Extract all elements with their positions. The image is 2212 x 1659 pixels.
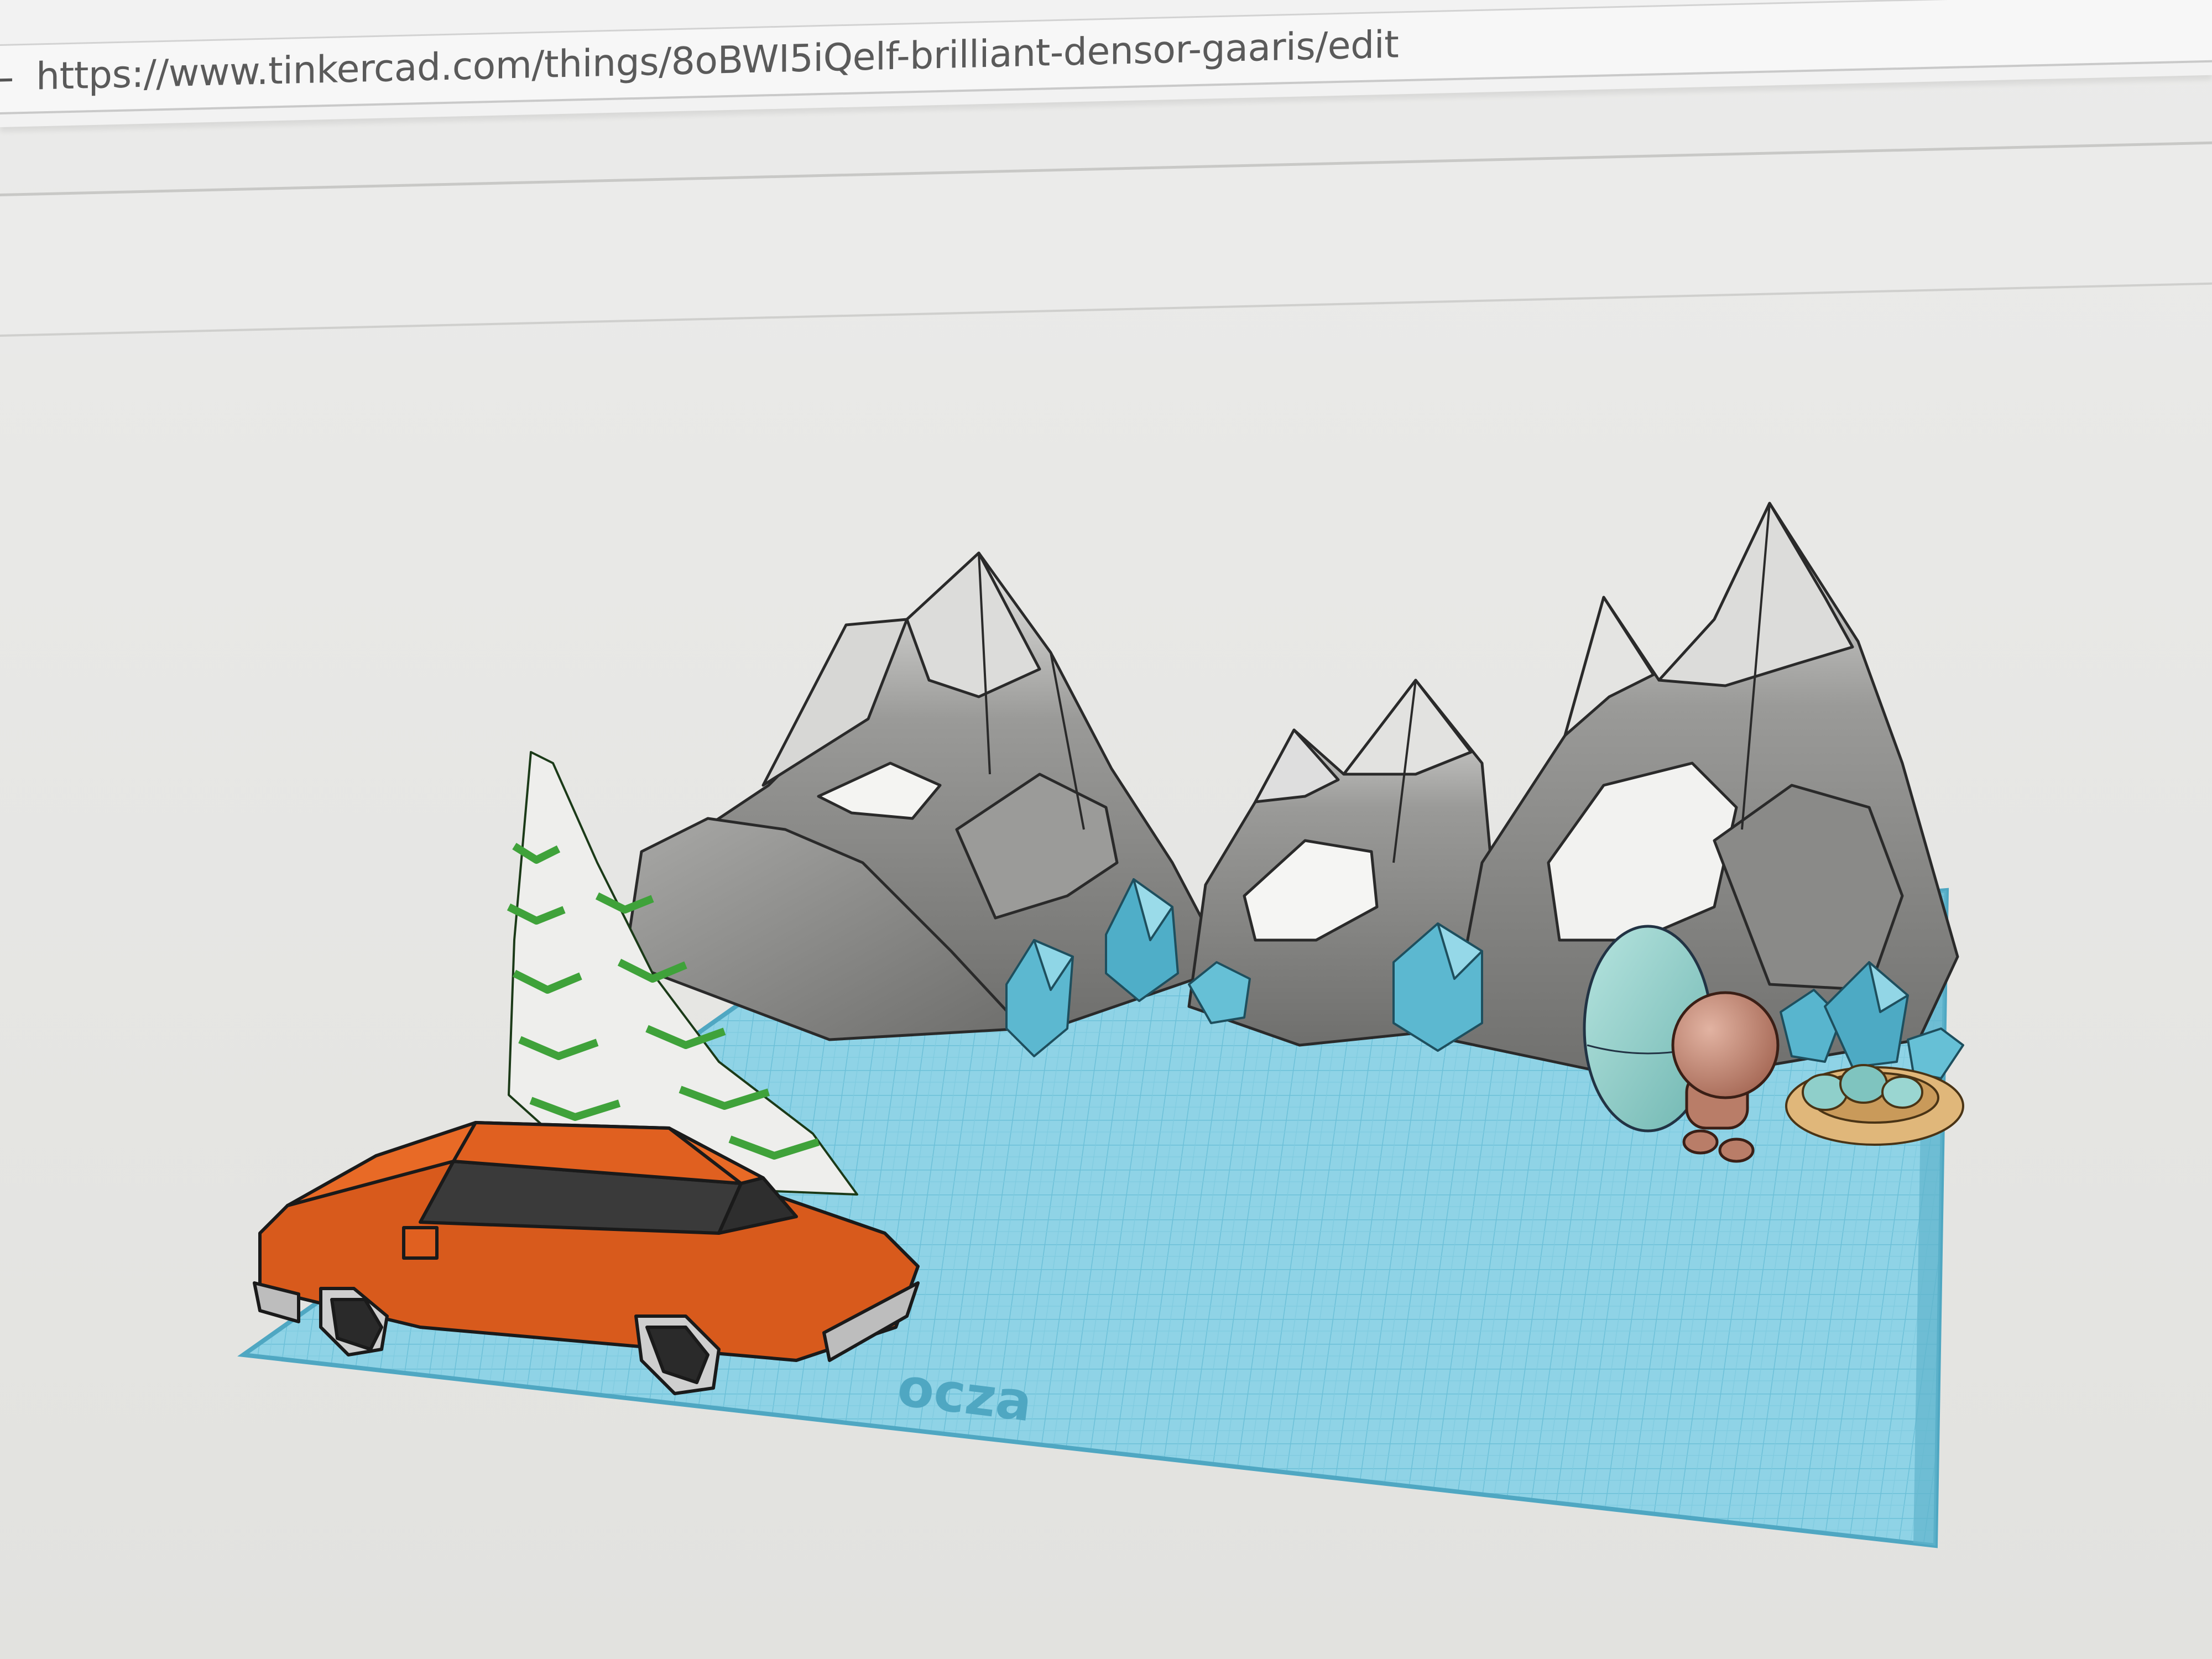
monitor-screen: ← https://www.tinkercad.com/things/8oBWI… — [0, 0, 2212, 1659]
3d-scene[interactable]: ocza — [0, 0, 2212, 1659]
mountains-model[interactable] — [623, 502, 1959, 1086]
